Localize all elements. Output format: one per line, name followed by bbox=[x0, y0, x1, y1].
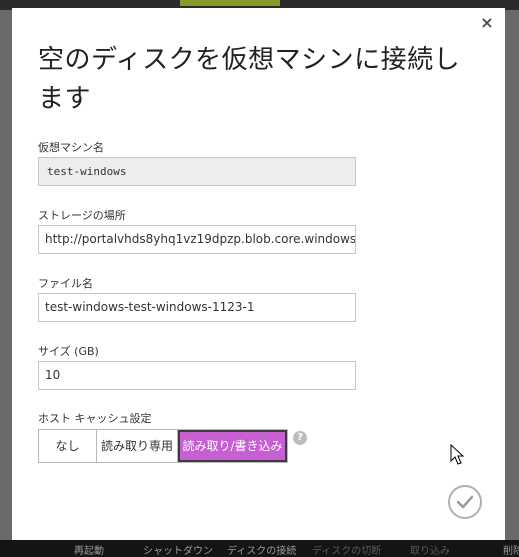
file-name-label: ファイル名 bbox=[38, 277, 93, 290]
host-cache-option-read-only[interactable]: 読み取り専用 bbox=[97, 430, 178, 462]
storage-location-input[interactable]: http://portalvhds8yhq1vz19dpzp.blob.core… bbox=[38, 225, 356, 254]
host-cache-label: ホスト キャッシュ設定 bbox=[38, 412, 152, 425]
mouse-cursor-icon bbox=[450, 443, 465, 470]
portal-accent-strip bbox=[180, 0, 280, 6]
host-cache-option-none[interactable]: なし bbox=[39, 430, 97, 462]
host-cache-option-read-write[interactable]: 読み取り/書き込み bbox=[178, 430, 287, 462]
help-icon[interactable]: ? bbox=[293, 431, 307, 445]
command-capture[interactable]: 取り込み bbox=[410, 542, 450, 557]
ok-button[interactable] bbox=[448, 485, 482, 519]
size-label: サイズ (GB) bbox=[38, 345, 99, 358]
portal-background-left bbox=[0, 10, 12, 540]
dialog-title: 空のディスクを仮想マシンに接続します bbox=[38, 45, 461, 114]
command-restart[interactable]: 再起動 bbox=[74, 542, 104, 557]
file-name-input[interactable]: test-windows-test-windows-1123-1 bbox=[38, 293, 356, 322]
checkmark-icon bbox=[456, 495, 474, 509]
portal-background-right bbox=[505, 10, 519, 540]
attach-empty-disk-dialog: × 空のディスクを仮想マシンに接続します 仮想マシン名 test-windows… bbox=[12, 8, 505, 540]
command-bar: 再起動 シャットダウン ディスクの接続 ディスクの切断 取り込み 削除 bbox=[0, 540, 519, 557]
close-icon[interactable]: × bbox=[478, 14, 496, 32]
vm-name-field: test-windows bbox=[38, 157, 356, 186]
command-shutdown[interactable]: シャットダウン bbox=[143, 542, 213, 557]
command-detach-disk[interactable]: ディスクの切断 bbox=[312, 542, 381, 557]
command-attach-disk[interactable]: ディスクの接続 bbox=[227, 542, 296, 557]
command-delete[interactable]: 削除 bbox=[503, 542, 519, 557]
host-cache-selector: なし 読み取り専用 読み取り/書き込み bbox=[38, 429, 288, 463]
vm-name-label: 仮想マシン名 bbox=[38, 141, 104, 154]
size-input[interactable]: 10 bbox=[38, 361, 356, 390]
storage-location-label: ストレージの場所 bbox=[38, 209, 126, 222]
